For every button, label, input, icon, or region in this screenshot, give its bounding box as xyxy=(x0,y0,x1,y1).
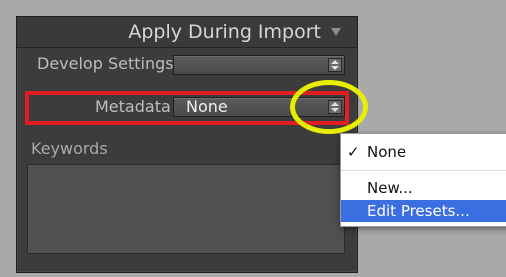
metadata-preset-menu: ✓ None New... Edit Presets... xyxy=(340,133,506,227)
menu-item-label: None xyxy=(367,143,407,161)
menu-item-label: New... xyxy=(367,179,413,197)
stepper-highlight-circle xyxy=(290,80,368,134)
panel-title: Apply During Import xyxy=(128,21,321,43)
develop-settings-label: Develop Settings xyxy=(37,54,174,73)
menu-item-edit-presets[interactable]: Edit Presets... xyxy=(341,200,506,222)
menu-item-new[interactable]: New... xyxy=(341,178,506,198)
keywords-textarea[interactable] xyxy=(27,164,345,254)
checkmark-icon: ✓ xyxy=(347,143,360,161)
apply-during-import-panel: Apply During Import Develop Settings Met… xyxy=(16,16,358,273)
menu-separator xyxy=(341,170,506,171)
select-stepper-icon xyxy=(328,58,342,72)
panel-header[interactable]: Apply During Import xyxy=(17,17,357,48)
menu-item-label: Edit Presets... xyxy=(367,202,470,220)
keywords-label: Keywords xyxy=(31,139,108,158)
collapse-triangle-icon[interactable] xyxy=(331,28,341,36)
menu-item-none[interactable]: ✓ None xyxy=(341,142,506,162)
develop-settings-select[interactable] xyxy=(173,55,345,75)
